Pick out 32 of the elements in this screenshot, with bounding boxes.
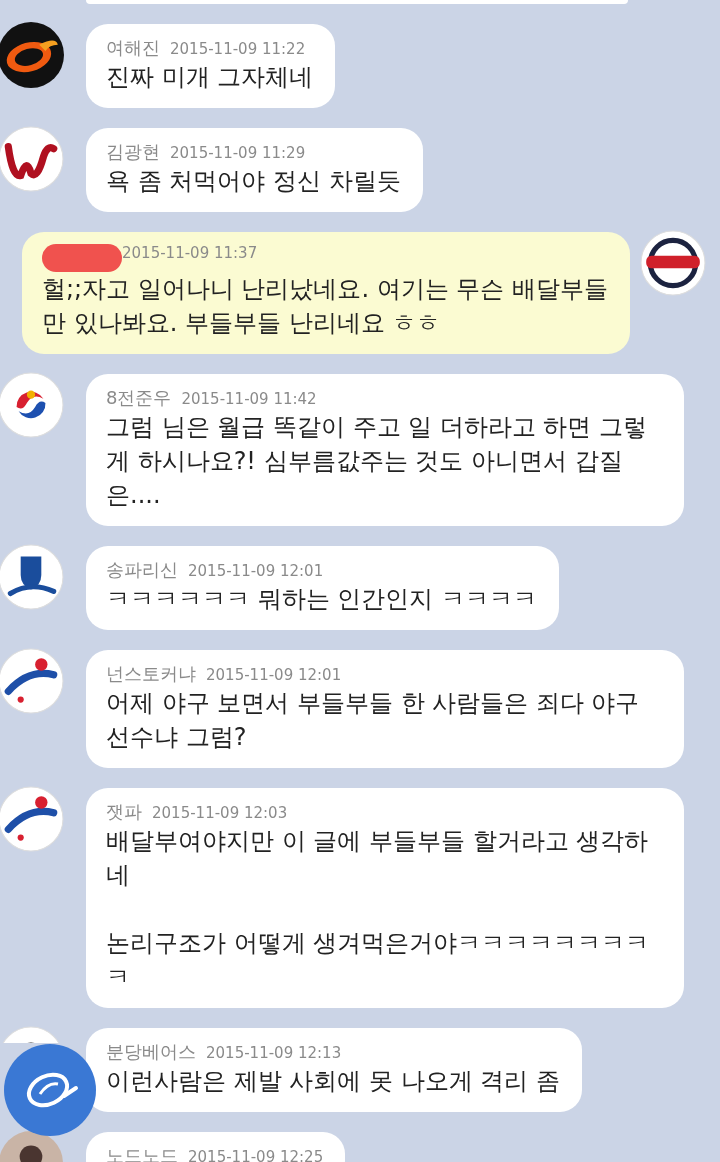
avatar-icon[interactable] (0, 786, 64, 852)
message-text: 헐;;자고 일어나니 난리났네요. 여기는 무슨 배달부들만 있나봐요. 부들부들 난리네요 ㅎㅎ (42, 274, 608, 339)
avatar-icon[interactable] (0, 544, 64, 610)
message-text: 어제 야구 보면서 부들부들 한 사람들은 죄다 야구선수냐 그럼? (106, 688, 641, 753)
sender-name: 김광현 (106, 140, 160, 164)
sender-name: 8전준우 (106, 386, 172, 410)
message-text: 이런사람은 제발 사회에 못 나오게 격리 좀 (106, 1066, 560, 1097)
message-time: 2015-11-09 12:01 (206, 666, 342, 684)
sender-name: 여해진 (106, 36, 160, 60)
message-text: 욕 좀 처먹어야 정신 차릴듯 (106, 166, 401, 197)
message-text: 진짜 미개 그자체네 (106, 62, 314, 93)
avatar-icon[interactable] (0, 372, 64, 438)
message-time: 2015-11-09 12:03 (152, 804, 288, 822)
message-time: 2015-11-09 12:13 (206, 1044, 342, 1062)
message-time: 2015-11-09 11:22 (170, 40, 306, 58)
message-time: 2015-11-09 12:01 (188, 562, 324, 580)
sender-name: 잿파 (106, 800, 142, 824)
avatar-icon[interactable] (0, 648, 64, 714)
avatar-icon[interactable] (0, 126, 64, 192)
message-time: 2015-11-09 12:25 (188, 1148, 324, 1162)
avatar-icon[interactable] (0, 22, 64, 88)
sender-name: 노드노드 (106, 1144, 178, 1162)
message-text: 그럼 님은 월급 똑같이 주고 일 더하라고 하면 그렇게 하시나요?! 심부름값주는 것도 아니면서 갑질은.... (106, 412, 649, 511)
message-time: 2015-11-09 11:29 (170, 144, 306, 162)
message-text: 배달부여야지만 이 글에 부들부들 할거라고 생각하네 논리구조가 어떻게 생겨먹은거야ㅋㅋㅋㅋㅋㅋㅋㅋㅋ (106, 826, 651, 993)
avatar-icon[interactable] (640, 230, 706, 296)
message-time: 2015-11-09 11:37 (122, 244, 258, 262)
sender-name: 넌스토커냐 (106, 662, 196, 686)
message-text: ㅋㅋㅋㅋㅋㅋ 뭐하는 인간인지 ㅋㅋㅋㅋ (106, 584, 537, 615)
message-time: 2015-11-09 11:42 (181, 390, 317, 408)
sender-name: 송파리신 (106, 558, 178, 582)
sender-name: 분당베어스 (106, 1040, 196, 1064)
